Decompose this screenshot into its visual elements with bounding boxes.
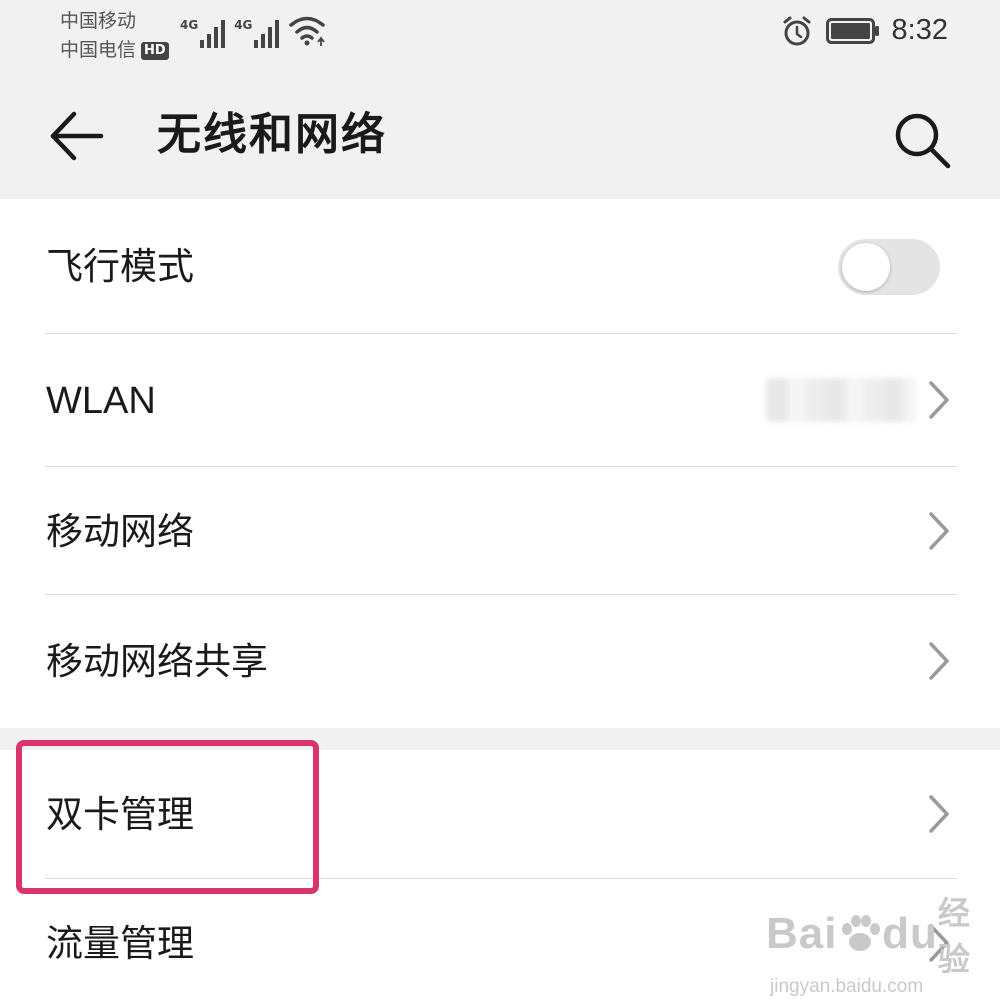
page-title: 无线和网络 (157, 109, 387, 160)
group-separator (0, 728, 1000, 750)
app-bar: 无线和网络 (0, 72, 1000, 199)
data-usage-label: 流量管理 (46, 922, 194, 965)
dual-sim-label: 双卡管理 (46, 793, 194, 836)
wlan-label: WLAN (46, 380, 156, 422)
carrier-1-label: 中国移动 (60, 10, 137, 32)
alarm-icon (783, 16, 811, 45)
chevron-right-icon (929, 795, 949, 833)
battery-icon (825, 17, 879, 44)
signal-indicators: 4G 4G (180, 14, 328, 48)
status-bar: 中国移动 中国电信 HD 4G 4G 8:32 (0, 0, 1000, 72)
tethering-label: 移动网络共享 (46, 640, 268, 683)
carrier-2-label: 中国电信 (60, 39, 137, 61)
signal-bars-icon (200, 20, 226, 48)
chevron-right-icon (929, 381, 949, 419)
clock-time: 8:32 (891, 14, 948, 46)
dual-sim-row[interactable]: 双卡管理 (0, 750, 1000, 878)
search-icon (895, 113, 951, 169)
tethering-row[interactable]: 移动网络共享 (0, 595, 1000, 728)
airplane-mode-label: 飞行模式 (46, 245, 194, 288)
wlan-network-name-blurred (766, 378, 916, 422)
data-usage-row[interactable]: 流量管理 (0, 879, 1000, 999)
toggle-knob (842, 243, 890, 291)
chevron-right-icon (929, 642, 949, 680)
wifi-icon (289, 16, 326, 46)
network-type-2: 4G (234, 18, 253, 32)
back-button[interactable] (46, 106, 106, 166)
airplane-mode-toggle[interactable] (838, 239, 940, 295)
carrier-info: 中国移动 中国电信 HD (60, 7, 169, 65)
signal-2: 4G (234, 18, 280, 48)
arrow-left-icon (50, 111, 104, 161)
chevron-right-icon (929, 924, 949, 962)
search-button[interactable] (890, 108, 954, 172)
mobile-network-row[interactable]: 移动网络 (0, 467, 1000, 594)
signal-1: 4G (180, 18, 226, 48)
wlan-row[interactable]: WLAN (0, 334, 1000, 466)
signal-bars-icon (254, 20, 280, 48)
mobile-network-label: 移动网络 (46, 510, 194, 553)
status-right: 8:32 (782, 14, 948, 47)
airplane-mode-row[interactable]: 飞行模式 (0, 199, 1000, 333)
network-type-1: 4G (180, 18, 199, 32)
hd-badge: HD (141, 41, 169, 60)
chevron-right-icon (929, 512, 949, 550)
